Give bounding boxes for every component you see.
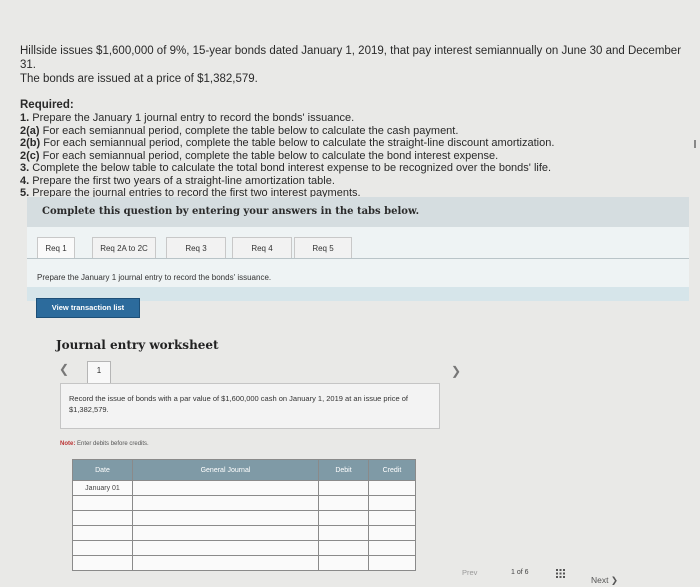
column-header-date: Date [72,459,133,481]
credit-cell[interactable] [368,495,416,511]
date-cell[interactable] [72,510,133,526]
requirement-tabs-area: Req 1 Req 2A to 2C Req 3 Req 4 Req 5 Pre… [27,227,689,301]
debit-cell[interactable] [318,525,369,541]
worksheet-title: Journal entry worksheet [56,338,219,352]
tab-req-3[interactable]: Req 3 [166,237,226,259]
credit-cell[interactable] [368,540,416,556]
debit-cell[interactable] [318,495,369,511]
note-label: Note: [60,441,76,447]
prev-button[interactable]: Prev [462,568,477,577]
worksheet-page-tab[interactable]: 1 [87,361,111,383]
account-cell[interactable] [132,510,319,526]
tab-req-4[interactable]: Req 4 [232,237,292,259]
debit-cell[interactable] [318,510,369,526]
account-cell[interactable] [132,525,319,541]
chevron-right-icon[interactable]: ❯ [451,364,461,378]
debit-cell[interactable] [318,540,369,556]
date-cell[interactable] [72,540,133,556]
column-header-general-journal: General Journal [132,459,319,481]
table-row [72,495,416,511]
requirement-item: 4. Prepare the first two years of a stra… [20,174,335,187]
requirements-list: 1. Prepare the January 1 journal entry t… [20,112,690,200]
account-cell[interactable] [132,480,319,496]
scroll-edge-marker [694,140,696,148]
table-row: January 01 [72,480,416,496]
tab-instruction: Prepare the January 1 journal entry to r… [37,273,272,282]
date-cell[interactable] [72,495,133,511]
date-cell[interactable] [72,525,133,541]
instruction-text: Complete this question by entering your … [42,206,420,217]
tab-req-2a-to-2c[interactable]: Req 2A to 2C [92,237,156,259]
credit-cell[interactable] [368,510,416,526]
problem-statement: Hillside issues $1,600,000 of 9%, 15-yea… [20,44,690,200]
credit-cell[interactable] [368,525,416,541]
credit-cell[interactable] [368,555,416,571]
requirement-item: 2(b) For each semiannual period, complet… [20,137,555,149]
table-row [72,555,416,571]
debit-cell[interactable] [318,555,369,571]
account-cell[interactable] [132,555,319,571]
tabs-divider [27,258,689,259]
required-label: Required: [20,99,74,111]
chevron-right-icon: ❯ [610,575,618,585]
journal-table: Date General Journal Debit Credit Januar… [72,459,416,571]
table-row [72,525,416,541]
table-row [72,540,416,556]
problem-line-2: The bonds are issued at a price of $1,38… [20,73,258,85]
debit-cell[interactable] [318,480,369,496]
tab-req-1[interactable]: Req 1 [37,237,75,259]
requirement-item: 1. Prepare the January 1 journal entry t… [20,112,355,124]
tab-req-5[interactable]: Req 5 [294,237,352,259]
credit-cell[interactable] [368,480,416,496]
requirement-item: 2(a) For each semiannual period, complet… [20,124,459,137]
account-cell[interactable] [132,495,319,511]
date-cell[interactable]: January 01 [72,480,133,496]
entry-description: Record the issue of bonds with a par val… [69,394,408,414]
requirement-item: 3. Complete the below table to calculate… [20,162,552,174]
grid-icon[interactable] [556,569,565,578]
view-transaction-list-button[interactable]: View transaction list [36,298,140,318]
column-header-credit: Credit [368,459,416,481]
date-cell[interactable] [72,555,133,571]
instruction-bar: Complete this question by entering your … [27,197,689,227]
note-text: Note: Enter debits before credits. [60,441,149,447]
table-row [72,510,416,526]
account-cell[interactable] [132,540,319,556]
entry-description-panel: Record the issue of bonds with a par val… [60,383,440,429]
column-header-debit: Debit [318,459,369,481]
requirement-item: 2(c) For each semiannual period, complet… [20,149,499,162]
page-indicator: 1 of 6 [511,569,529,576]
chevron-left-icon[interactable]: ❮ [59,362,69,376]
next-button[interactable]: Next ❯ [591,575,618,586]
problem-line-1: Hillside issues $1,600,000 of 9%, 15-yea… [20,45,682,71]
